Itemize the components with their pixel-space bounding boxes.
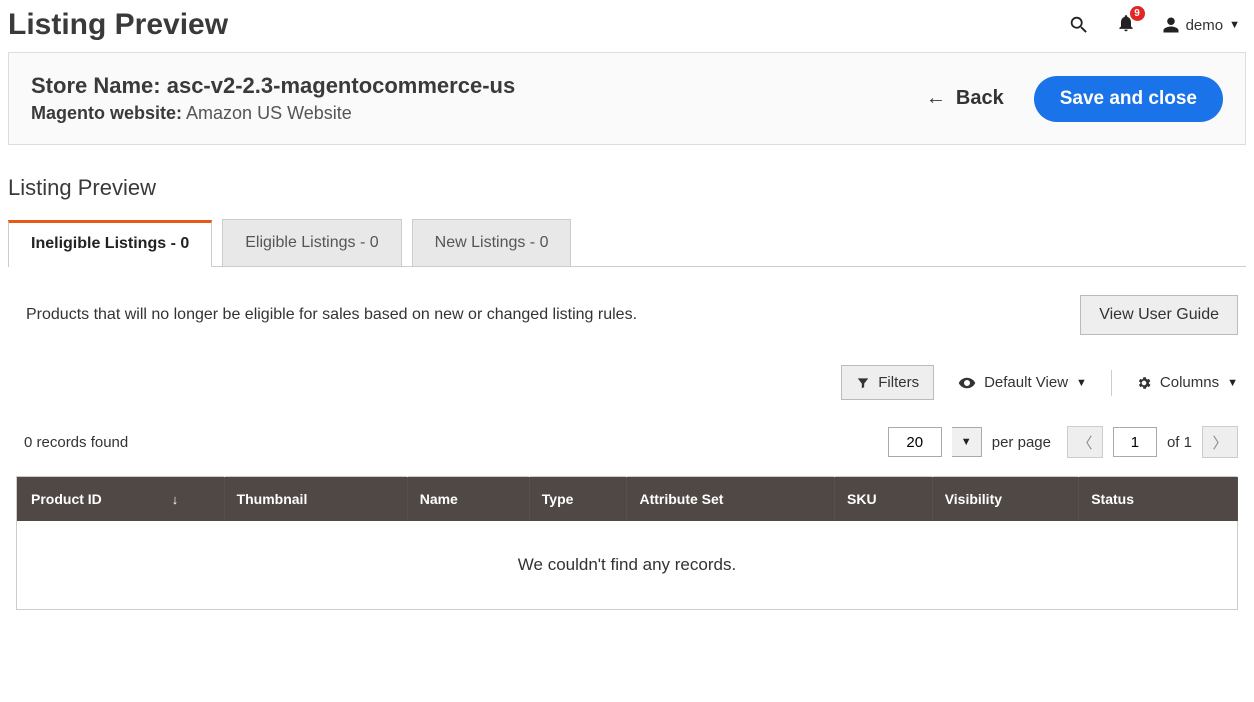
- caret-down-icon: ▼: [1076, 377, 1087, 389]
- per-page-label: per page: [992, 434, 1051, 451]
- user-name: demo: [1186, 17, 1224, 34]
- filters-label: Filters: [878, 374, 919, 391]
- tabs: Ineligible Listings - 0 Eligible Listing…: [8, 219, 1246, 267]
- sort-down-icon: ↓: [172, 492, 179, 507]
- store-panel: Store Name: asc-v2-2.3-magentocommerce-u…: [8, 52, 1246, 145]
- eye-icon: [958, 374, 976, 392]
- back-button[interactable]: ← Back: [926, 87, 1004, 110]
- listings-table: Product ID↓ Thumbnail Name Type Attribut…: [16, 476, 1238, 610]
- of-pages-label: of 1: [1167, 434, 1192, 451]
- next-page-button[interactable]: 〉: [1202, 426, 1238, 458]
- caret-down-icon: ▼: [1229, 19, 1240, 31]
- page-title: Listing Preview: [8, 8, 228, 42]
- search-icon[interactable]: [1068, 14, 1090, 36]
- col-visibility[interactable]: Visibility: [932, 477, 1079, 522]
- website-label: Magento website:: [31, 103, 182, 123]
- user-menu[interactable]: demo ▼: [1162, 16, 1240, 34]
- default-view-label: Default View: [984, 374, 1068, 391]
- back-label: Back: [956, 87, 1004, 110]
- col-product-id[interactable]: Product ID↓: [17, 477, 225, 522]
- records-count: 0 records found: [16, 434, 128, 451]
- store-name-label: Store Name:: [31, 73, 161, 98]
- page-size-input[interactable]: [888, 427, 942, 457]
- col-name[interactable]: Name: [407, 477, 529, 522]
- view-user-guide-button[interactable]: View User Guide: [1080, 295, 1238, 335]
- caret-down-icon: ▼: [1227, 377, 1238, 389]
- website-value: Amazon US Website: [186, 103, 352, 123]
- col-thumbnail[interactable]: Thumbnail: [224, 477, 407, 522]
- tab-eligible-listings[interactable]: Eligible Listings - 0: [222, 219, 401, 266]
- arrow-left-icon: ←: [926, 87, 946, 110]
- chevron-right-icon: 〉: [1212, 432, 1227, 453]
- save-and-close-button[interactable]: Save and close: [1034, 76, 1223, 122]
- tab-ineligible-listings[interactable]: Ineligible Listings - 0: [8, 220, 212, 267]
- user-icon: [1162, 16, 1180, 34]
- empty-message: We couldn't find any records.: [17, 521, 1238, 610]
- notifications-button[interactable]: 9: [1116, 13, 1136, 38]
- page-number-input[interactable]: [1113, 427, 1157, 457]
- notifications-badge: 9: [1130, 6, 1145, 21]
- tab-description: Products that will no longer be eligible…: [16, 306, 637, 324]
- chevron-left-icon: 〈: [1077, 432, 1092, 453]
- col-attribute-set[interactable]: Attribute Set: [627, 477, 835, 522]
- caret-down-icon: ▼: [961, 436, 972, 448]
- col-sku[interactable]: SKU: [835, 477, 933, 522]
- store-name-value: asc-v2-2.3-magentocommerce-us: [167, 73, 515, 98]
- columns-label: Columns: [1160, 374, 1219, 391]
- default-view-dropdown[interactable]: Default View ▼: [958, 374, 1087, 392]
- gear-icon: [1136, 375, 1152, 391]
- tab-new-listings[interactable]: New Listings - 0: [412, 219, 572, 266]
- funnel-icon: [856, 376, 870, 390]
- section-title: Listing Preview: [8, 175, 1246, 201]
- divider: [1111, 370, 1112, 396]
- col-status[interactable]: Status: [1079, 477, 1238, 522]
- col-type[interactable]: Type: [529, 477, 627, 522]
- columns-dropdown[interactable]: Columns ▼: [1136, 374, 1238, 391]
- prev-page-button[interactable]: 〈: [1067, 426, 1103, 458]
- filters-button[interactable]: Filters: [841, 365, 934, 400]
- page-size-dropdown[interactable]: ▼: [952, 427, 982, 457]
